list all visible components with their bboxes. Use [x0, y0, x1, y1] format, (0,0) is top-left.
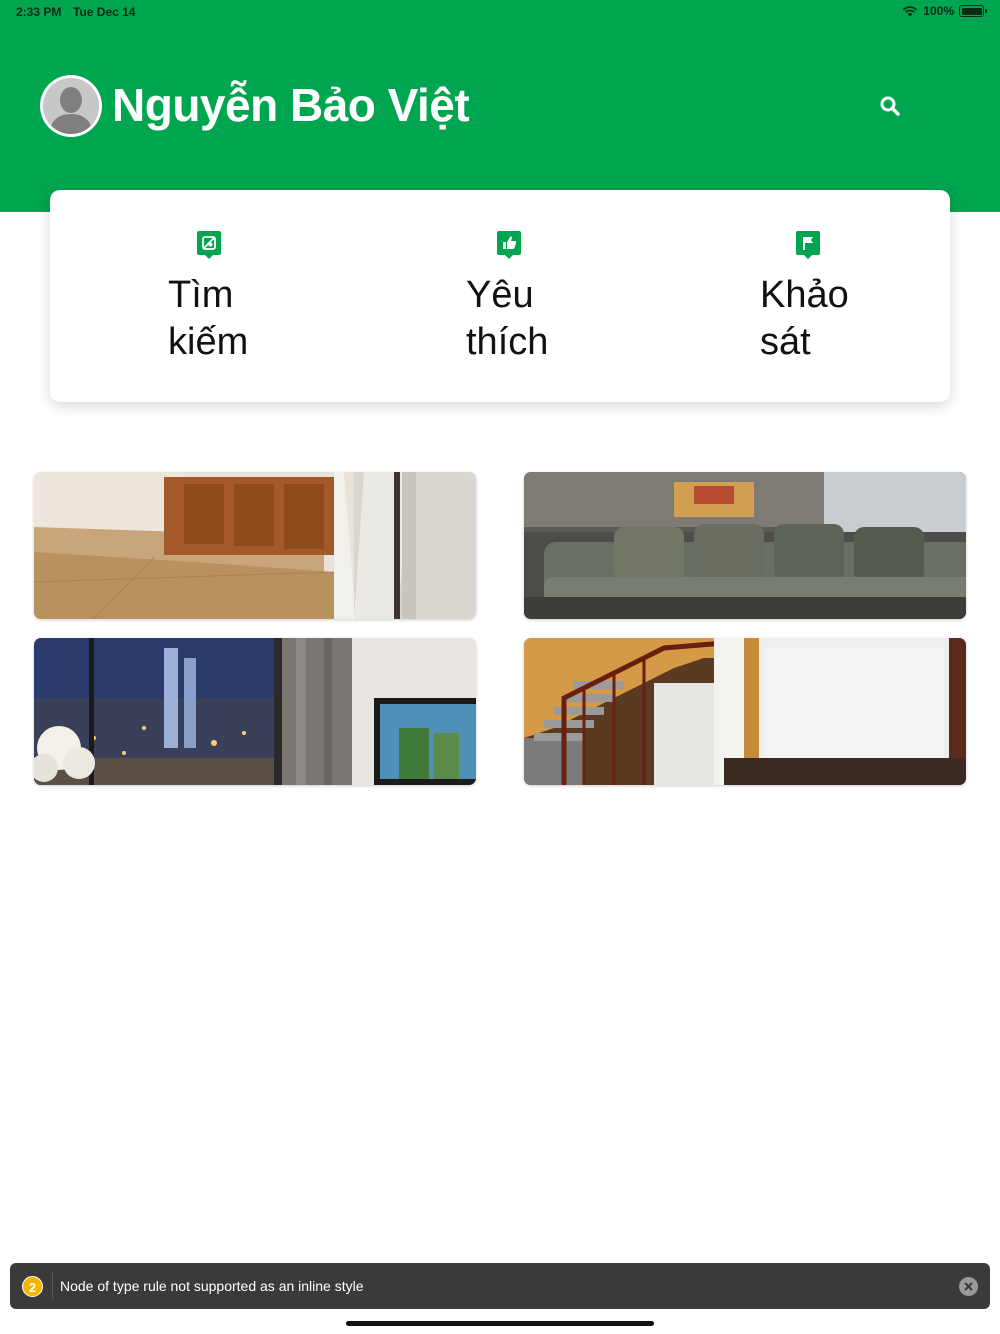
- status-bar: 2:33 PM Tue Dec 14 100%: [0, 0, 1000, 24]
- menu-item-label: Tìm kiếm: [168, 274, 249, 363]
- battery-icon: [959, 5, 987, 17]
- staircase-hall-photo[interactable]: [524, 638, 966, 785]
- search-location-icon: [196, 230, 222, 260]
- toast-message: Node of type rule not supported as an in…: [60, 1278, 364, 1294]
- avatar[interactable]: [40, 75, 102, 137]
- wifi-icon: [902, 5, 918, 17]
- search-button[interactable]: [874, 90, 908, 124]
- warning-toast: 2 Node of type rule not supported as an …: [10, 1263, 990, 1309]
- battery-percentage: 100%: [923, 4, 954, 18]
- menu-item-label: Yêu thích: [466, 274, 549, 363]
- quick-menu-card: Tìm kiếm Yêu thích Khảo sát: [50, 190, 950, 402]
- status-date: Tue Dec 14: [73, 5, 136, 19]
- status-right: 100%: [902, 4, 987, 18]
- kitchen-cabinets-photo[interactable]: [34, 472, 476, 619]
- toast-close-button[interactable]: [959, 1277, 978, 1296]
- user-name: Nguyễn Bảo Việt: [112, 79, 470, 131]
- search-icon: [874, 96, 908, 128]
- city-view-window-photo[interactable]: [34, 638, 476, 785]
- thumbs-up-icon: [496, 230, 522, 260]
- living-room-sofa-photo[interactable]: [524, 472, 966, 619]
- toast-divider: [52, 1273, 53, 1299]
- home-indicator[interactable]: [346, 1321, 654, 1326]
- close-icon: [959, 1277, 978, 1296]
- flag-icon: [795, 230, 821, 260]
- warning-count-badge: 2: [22, 1276, 43, 1297]
- status-time: 2:33 PM: [16, 5, 62, 19]
- menu-item-label: Khảo sát: [760, 274, 849, 363]
- default-user-icon: [43, 78, 99, 134]
